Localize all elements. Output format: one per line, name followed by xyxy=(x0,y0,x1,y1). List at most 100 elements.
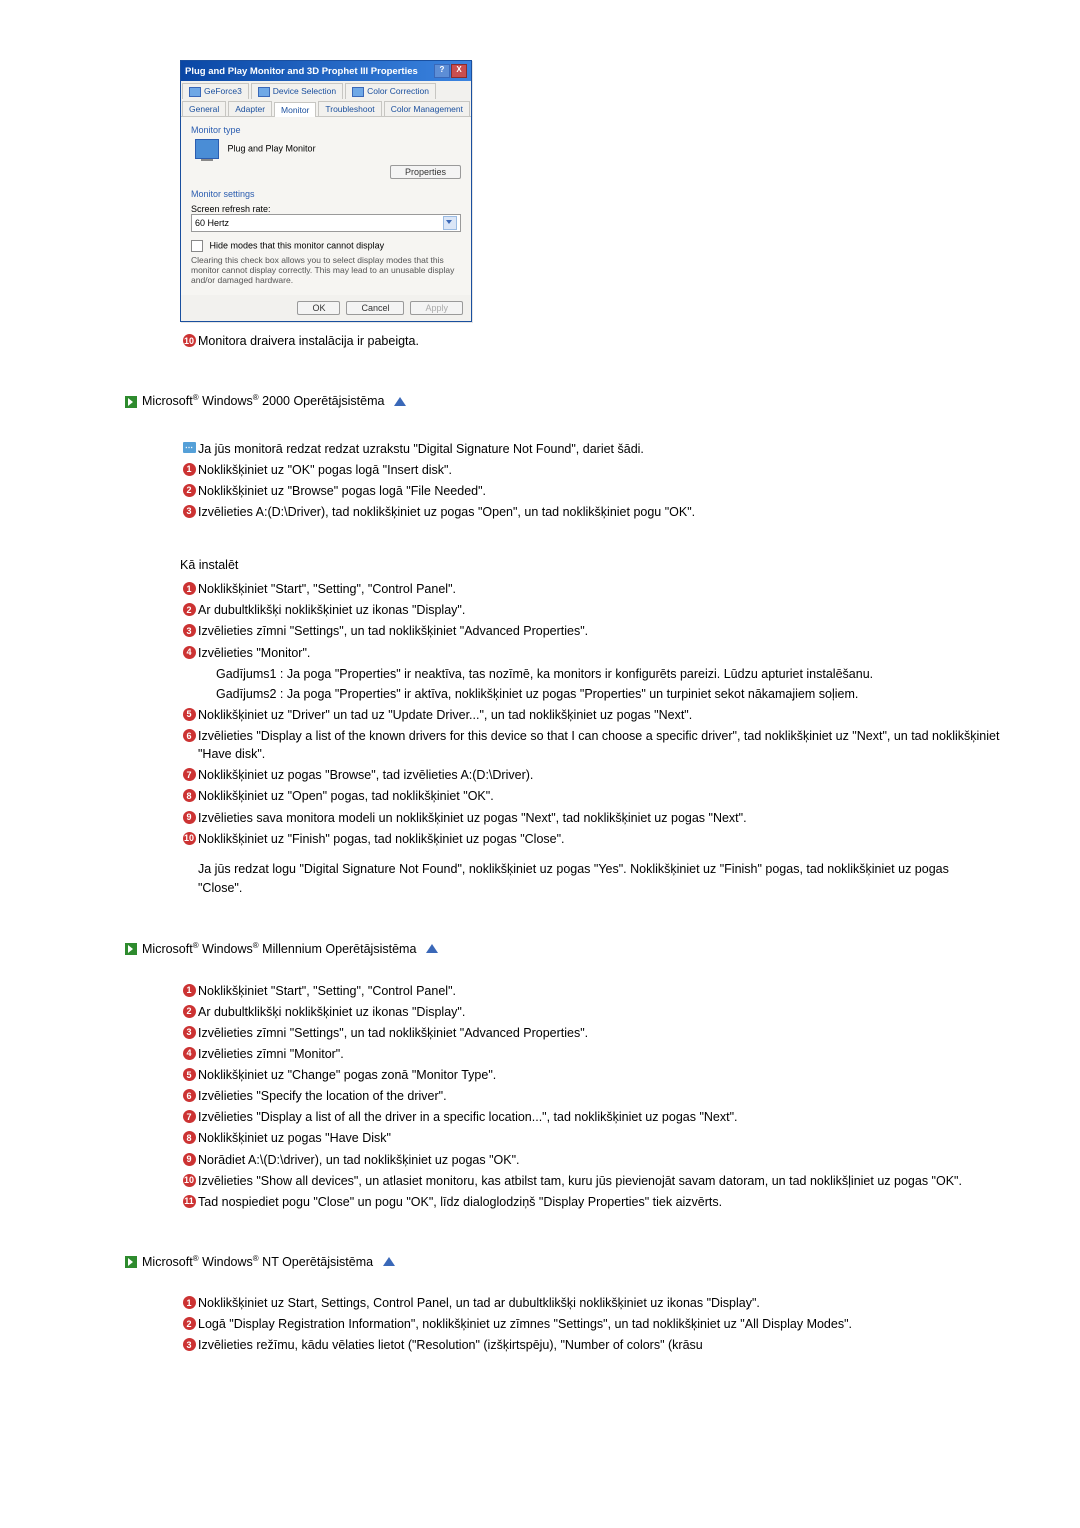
step-bullet-icon: 2 xyxy=(183,484,196,497)
section-arrow-icon xyxy=(125,943,137,955)
cancel-button[interactable]: Cancel xyxy=(346,301,404,315)
chevron-down-icon xyxy=(443,216,457,230)
step-text: Izvēlieties "Display a list of the known… xyxy=(198,727,1000,763)
step-text: Ar dubultklikšķi noklikšķiniet uz ikonas… xyxy=(198,601,1000,619)
refresh-rate-select[interactable]: 60 Hertz xyxy=(191,214,461,232)
step-bullet-icon: 10 xyxy=(183,1174,196,1187)
tab-monitor[interactable]: Monitor xyxy=(274,102,316,117)
step-bullet-icon: 2 xyxy=(183,603,196,616)
monitor-name: Plug and Play Monitor xyxy=(228,143,316,153)
up-triangle-icon[interactable] xyxy=(426,944,438,953)
step-text: Monitora draivera instalācija ir pabeigt… xyxy=(198,332,1000,350)
step-bullet-icon: 2 xyxy=(183,1317,196,1330)
up-triangle-icon[interactable] xyxy=(394,397,406,406)
info-icon: ⋯ xyxy=(183,442,196,453)
hide-modes-checkbox[interactable] xyxy=(191,240,203,252)
step-text: Izvēlieties A:(D:\Driver), tad noklikšķi… xyxy=(198,503,1000,521)
dialog-help-button[interactable]: ? xyxy=(434,64,450,78)
step-text: Noklikšķiniet uz "Finish" pogas, tad nok… xyxy=(198,830,1000,848)
os-heading-me: Microsoft® Windows® Millennium Operētājs… xyxy=(142,941,438,956)
case-text: Gadījums2 : Ja poga "Properties" ir aktī… xyxy=(216,685,1000,703)
step-bullet-icon: 3 xyxy=(183,1026,196,1039)
ok-button[interactable]: OK xyxy=(297,301,340,315)
step-bullet-icon: 9 xyxy=(183,811,196,824)
os-heading-2000: Microsoft® Windows® 2000 Operētājsistēma xyxy=(142,393,406,408)
step-bullet-icon: 9 xyxy=(183,1153,196,1166)
tab-geforce3[interactable]: GeForce3 xyxy=(182,83,249,99)
properties-dialog-screenshot: Plug and Play Monitor and 3D Prophet III… xyxy=(180,60,1000,322)
monitor-type-label: Monitor type xyxy=(191,125,461,135)
step-text: Ar dubultklikšķi noklikšķiniet uz ikonas… xyxy=(198,1003,1000,1021)
step-text: Noklikšķiniet uz pogas "Have Disk" xyxy=(198,1129,1000,1147)
step-text: Noklikšķiniet "Start", "Setting", "Contr… xyxy=(198,580,1000,598)
step-bullet-icon: 4 xyxy=(183,1047,196,1060)
info-text: Ja jūs monitorā redzat redzat uzrakstu "… xyxy=(198,440,1000,458)
step-bullet-icon: 6 xyxy=(183,729,196,742)
hide-modes-label: Hide modes that this monitor cannot disp… xyxy=(210,240,385,250)
tab-troubleshoot[interactable]: Troubleshoot xyxy=(318,101,381,116)
step-bullet-icon: 4 xyxy=(183,646,196,659)
tab-general[interactable]: General xyxy=(182,101,226,116)
tab-adapter[interactable]: Adapter xyxy=(228,101,272,116)
step-bullet-icon: 3 xyxy=(183,1338,196,1351)
card-icon xyxy=(258,87,270,97)
step-bullet-icon: 1 xyxy=(183,463,196,476)
section-arrow-icon xyxy=(125,396,137,408)
tab-color-correction[interactable]: Color Correction xyxy=(345,83,436,99)
dialog-close-button[interactable]: X xyxy=(451,64,467,78)
step-bullet-icon: 10 xyxy=(183,334,196,347)
apply-button[interactable]: Apply xyxy=(410,301,463,315)
os-heading-nt: Microsoft® Windows® NT Operētājsistēma xyxy=(142,1254,395,1269)
step-bullet-icon: 3 xyxy=(183,505,196,518)
step-bullet-icon: 3 xyxy=(183,624,196,637)
step-text: Noklikšķiniet uz "Browse" pogas logā "Fi… xyxy=(198,482,1000,500)
step-bullet-icon: 5 xyxy=(183,708,196,721)
step-text: Izvēlieties "Display a list of all the d… xyxy=(198,1108,1000,1126)
step-bullet-icon: 11 xyxy=(183,1195,196,1208)
step-text: Izvēlieties sava monitora modeli un nokl… xyxy=(198,809,1000,827)
step-bullet-icon: 1 xyxy=(183,1296,196,1309)
step-text: Logā "Display Registration Information",… xyxy=(198,1315,1000,1333)
properties-button[interactable]: Properties xyxy=(390,165,461,179)
step-text: Izvēlieties zīmni "Settings", un tad nok… xyxy=(198,1024,1000,1042)
tab-color-management[interactable]: Color Management xyxy=(384,101,470,116)
step-bullet-icon: 5 xyxy=(183,1068,196,1081)
step-bullet-icon: 1 xyxy=(183,582,196,595)
step-text: Noklikšķiniet uz pogas "Browse", tad izv… xyxy=(198,766,1000,784)
step-text: Izvēlieties zīmni "Monitor". xyxy=(198,1045,1000,1063)
step-text: Noklikšķiniet uz "Driver" un tad uz "Upd… xyxy=(198,706,1000,724)
step-bullet-icon: 8 xyxy=(183,789,196,802)
case-text: Gadījums1 : Ja poga "Properties" ir neak… xyxy=(216,665,1000,683)
up-triangle-icon[interactable] xyxy=(383,1257,395,1266)
step-text: Izvēlieties "Specify the location of the… xyxy=(198,1087,1000,1105)
monitor-icon xyxy=(195,139,219,159)
step-text: Norādiet A:\(D:\driver), un tad noklikšķ… xyxy=(198,1151,1000,1169)
step-bullet-icon: 7 xyxy=(183,1110,196,1123)
card-icon xyxy=(189,87,201,97)
step-bullet-icon: 1 xyxy=(183,984,196,997)
step-bullet-icon: 2 xyxy=(183,1005,196,1018)
step-text: Izvēlieties zīmni "Settings", un tad nok… xyxy=(198,622,1000,640)
closing-note: Ja jūs redzat logu "Digital Signature No… xyxy=(198,860,958,898)
step-text: Izvēlieties "Show all devices", un atlas… xyxy=(198,1172,1000,1190)
hide-modes-note: Clearing this check box allows you to se… xyxy=(191,255,461,286)
step-text: Noklikšķiniet uz "Change" pogas zonā "Mo… xyxy=(198,1066,1000,1084)
step-bullet-icon: 10 xyxy=(183,832,196,845)
step-text: Tad nospiediet pogu "Close" un pogu "OK"… xyxy=(198,1193,1000,1211)
step-text: Noklikšķiniet "Start", "Setting", "Contr… xyxy=(198,982,1000,1000)
step-bullet-icon: 7 xyxy=(183,768,196,781)
dialog-title: Plug and Play Monitor and 3D Prophet III… xyxy=(185,66,418,77)
step-text: Izvēlieties režīmu, kādu vēlaties lietot… xyxy=(198,1336,1000,1354)
step-text: Izvēlieties "Monitor". xyxy=(198,644,1000,662)
step-bullet-icon: 8 xyxy=(183,1131,196,1144)
howto-heading: Kā instalēt xyxy=(180,556,1000,574)
monitor-settings-label: Monitor settings xyxy=(191,189,461,199)
card-icon xyxy=(352,87,364,97)
step-text: Noklikšķiniet uz "Open" pogas, tad nokli… xyxy=(198,787,1000,805)
step-text: Noklikšķiniet uz Start, Settings, Contro… xyxy=(198,1294,1000,1312)
refresh-rate-label: Screen refresh rate: xyxy=(191,204,461,214)
dialog-titlebar: Plug and Play Monitor and 3D Prophet III… xyxy=(181,61,471,81)
tab-device-selection[interactable]: Device Selection xyxy=(251,83,343,99)
step-bullet-icon: 6 xyxy=(183,1089,196,1102)
step-text: Noklikšķiniet uz "OK" pogas logā "Insert… xyxy=(198,461,1000,479)
